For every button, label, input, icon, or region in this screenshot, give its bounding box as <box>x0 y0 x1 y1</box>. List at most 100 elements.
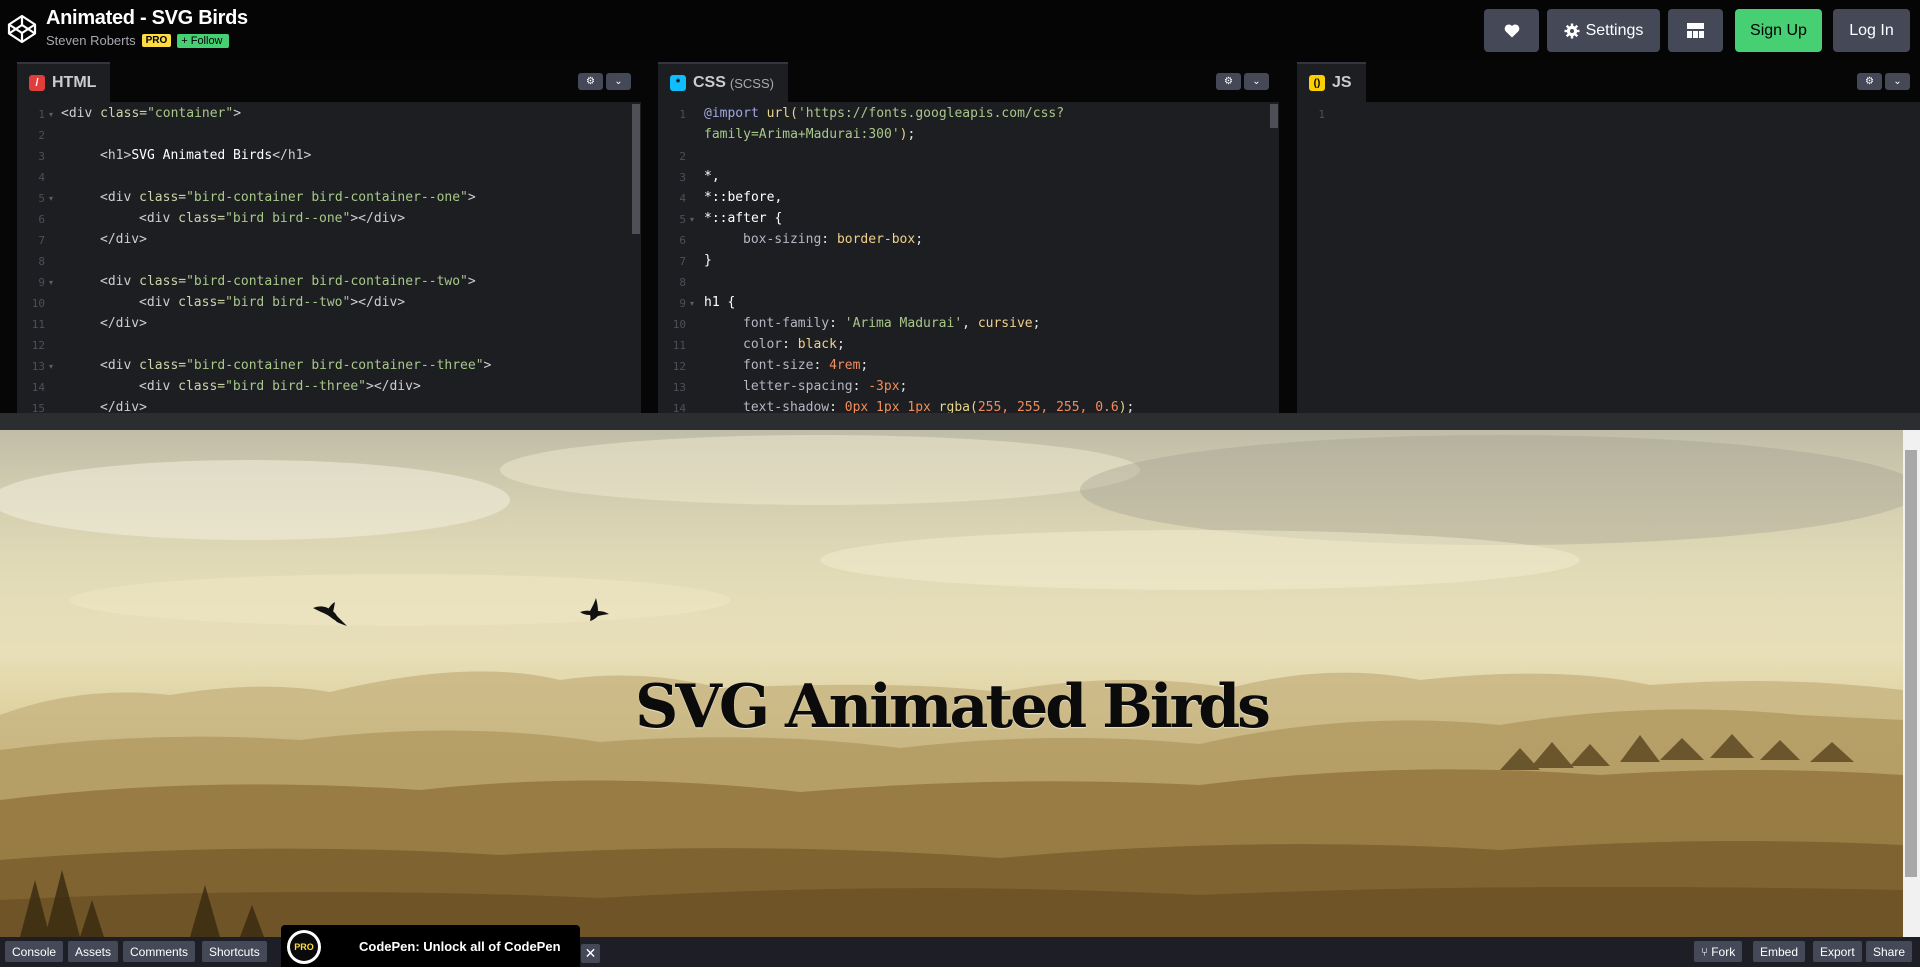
preview-scrollbar-thumb[interactable] <box>1905 450 1917 877</box>
line-number: 13 <box>31 360 45 373</box>
code-line: </div> <box>100 316 147 331</box>
sign-up-button[interactable]: Sign Up <box>1735 9 1822 52</box>
preview-frame[interactable]: SVG Animated Birds <box>0 430 1903 937</box>
share-button[interactable]: Share <box>1866 941 1913 962</box>
html-settings-button[interactable]: ⚙ <box>578 73 603 90</box>
css-collapse-button[interactable]: ⌄ <box>1244 73 1269 90</box>
gear-icon: ⚙ <box>586 76 595 87</box>
js-icon: () <box>1309 75 1325 91</box>
editors-area: / HTML ⚙ ⌄ 1 2 3 4 5 6 7 8 9 10 11 12 13… <box>0 62 1920 413</box>
follow-button[interactable]: + Follow <box>177 33 229 48</box>
line-number: 7 <box>38 234 45 247</box>
codepen-logo-icon[interactable] <box>6 13 38 45</box>
author-name[interactable]: Steven Roberts <box>46 33 136 48</box>
gear-icon <box>1564 23 1580 38</box>
fold-arrow-icon[interactable]: ▾ <box>49 194 53 203</box>
line-number: 13 <box>672 381 686 394</box>
line-number: 12 <box>672 360 686 373</box>
code-line: text-shadow: 0px 1px 1px rgba(255, 255, … <box>743 400 1135 413</box>
line-number: 6 <box>38 213 45 226</box>
comments-button[interactable]: Comments <box>123 941 196 962</box>
line-number: 11 <box>672 339 686 352</box>
fold-arrow-icon[interactable]: ▾ <box>49 362 53 371</box>
line-number: 14 <box>672 402 686 413</box>
export-button[interactable]: Export <box>1813 941 1862 962</box>
css-settings-button[interactable]: ⚙ <box>1216 73 1241 90</box>
css-code-area[interactable]: 1 2 3 4 5 6 7 8 9 10 11 12 13 14 ▾ ▾ @im… <box>658 102 1279 413</box>
embed-button[interactable]: Embed <box>1753 941 1806 962</box>
code-line: *::before, <box>704 190 783 205</box>
assets-button[interactable]: Assets <box>68 941 119 962</box>
html-line-gutter: 1 2 3 4 5 6 7 8 9 10 11 12 13 14 15 ▾ ▾ … <box>17 102 57 413</box>
js-line-gutter: 1 <box>1297 102 1337 413</box>
line-number: 4 <box>679 192 686 205</box>
css-scrollbar[interactable] <box>1270 102 1279 413</box>
like-button[interactable] <box>1484 9 1539 52</box>
html-tab[interactable]: / HTML <box>17 62 111 102</box>
css-editor: * CSS (SCSS) ⚙ ⌄ 1 2 3 4 5 6 7 8 9 10 11 <box>658 62 1279 413</box>
fold-arrow-icon[interactable]: ▾ <box>49 110 53 119</box>
html-scrollbar[interactable] <box>632 102 641 413</box>
line-number: 10 <box>31 297 45 310</box>
line-number: 1 <box>1318 108 1325 121</box>
line-number: 14 <box>31 381 45 394</box>
line-number: 2 <box>38 129 45 142</box>
bird-one-icon <box>313 602 347 626</box>
editor-preview-resizer[interactable] <box>0 413 1920 430</box>
heart-icon <box>1504 24 1519 38</box>
code-line: box-sizing: border-box; <box>743 232 924 247</box>
console-button[interactable]: Console <box>5 941 64 962</box>
line-number: 1 <box>38 108 45 121</box>
preview-heading: SVG Animated Birds <box>635 672 1271 742</box>
fork-icon: ⑂ <box>1701 944 1709 959</box>
fold-arrow-icon[interactable]: ▾ <box>690 215 694 224</box>
chevron-down-icon: ⌄ <box>614 76 623 87</box>
shortcuts-button[interactable]: Shortcuts <box>202 941 267 962</box>
line-number: 4 <box>38 171 45 184</box>
html-editor: / HTML ⚙ ⌄ 1 2 3 4 5 6 7 8 9 10 11 12 13… <box>17 62 641 413</box>
fold-arrow-icon[interactable]: ▾ <box>49 278 53 287</box>
plus-icon: + <box>181 34 188 47</box>
js-settings-button[interactable]: ⚙ <box>1857 73 1882 90</box>
code-line: h1 { <box>704 295 736 310</box>
css-preprocessor-label: (SCSS) <box>729 75 774 91</box>
css-editor-header: * CSS (SCSS) ⚙ ⌄ <box>658 62 1279 102</box>
code-line: *, <box>704 169 720 184</box>
byline: Steven Roberts PRO + Follow <box>46 33 229 48</box>
js-collapse-button[interactable]: ⌄ <box>1885 73 1910 90</box>
log-in-button[interactable]: Log In <box>1833 9 1910 52</box>
js-editor: () JS ⚙ ⌄ 1 <box>1297 62 1920 413</box>
pen-title[interactable]: Animated - SVG Birds <box>46 7 248 30</box>
css-tab-label: CSS <box>693 74 726 91</box>
fork-label: Fork <box>1711 944 1736 959</box>
change-view-button[interactable] <box>1668 9 1723 52</box>
html-code-area[interactable]: 1 2 3 4 5 6 7 8 9 10 11 12 13 14 15 ▾ ▾ … <box>17 102 641 413</box>
follow-label: Follow <box>190 34 223 47</box>
line-number: 7 <box>679 255 686 268</box>
close-icon[interactable]: ✕ <box>581 944 600 963</box>
layout-grid-icon <box>1687 23 1704 38</box>
code-line: font-size: 4rem; <box>743 358 869 373</box>
html-collapse-button[interactable]: ⌄ <box>606 73 631 90</box>
gear-icon: ⚙ <box>1224 76 1233 87</box>
js-tab[interactable]: () JS <box>1297 62 1366 102</box>
css-tab[interactable]: * CSS (SCSS) <box>658 62 788 102</box>
code-line: letter-spacing: -3px; <box>743 379 908 394</box>
settings-button[interactable]: Settings <box>1547 9 1660 52</box>
fold-arrow-icon[interactable]: ▾ <box>690 299 694 308</box>
line-number: 8 <box>38 255 45 268</box>
line-number: 2 <box>679 150 686 163</box>
line-number: 1 <box>679 108 686 121</box>
fork-button[interactable]: ⑂ Fork <box>1694 941 1743 962</box>
line-number: 3 <box>38 150 45 163</box>
code-line: <div class="bird bird--two"></div> <box>139 295 406 310</box>
css-icon: * <box>670 75 686 91</box>
gear-icon: ⚙ <box>1865 76 1874 87</box>
code-line: @import url('https://fonts.googleapis.co… <box>704 106 1065 121</box>
js-code-area[interactable]: 1 <box>1297 102 1920 413</box>
line-number: 9 <box>38 276 45 289</box>
html-icon: / <box>29 75 45 91</box>
pro-promo-banner[interactable]: PRO CodePen: Unlock all of CodePen <box>281 925 580 967</box>
code-line: *::after { <box>704 211 783 226</box>
code-line: <div class="bird-container bird-containe… <box>100 190 476 205</box>
